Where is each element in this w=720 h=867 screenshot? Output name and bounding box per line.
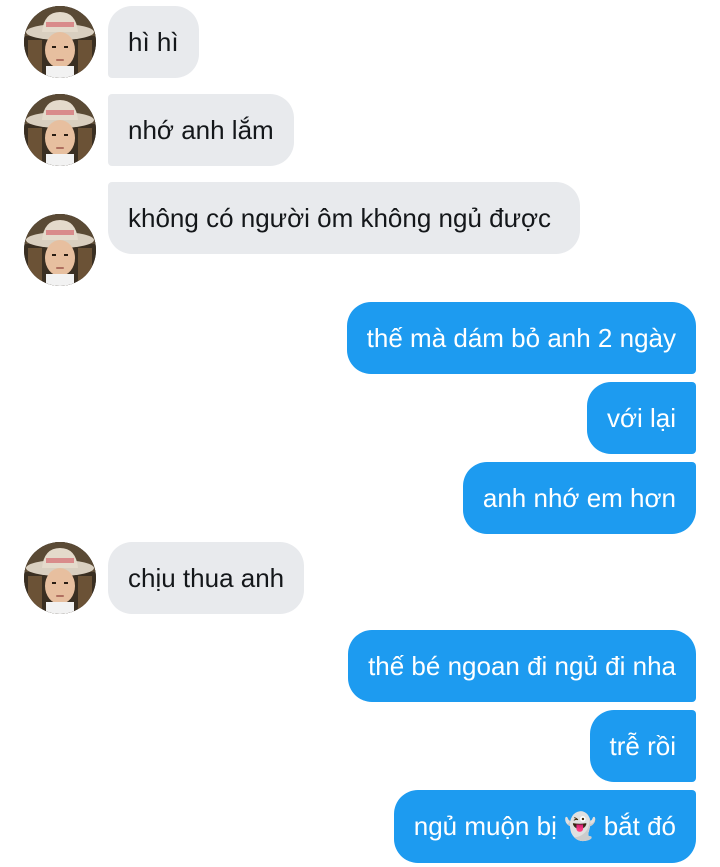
message-bubble-incoming[interactable]: chịu thua anh <box>108 542 305 614</box>
avatar-photo-icon <box>24 542 96 614</box>
message-bubble-outgoing[interactable]: trễ rồi <box>589 710 696 782</box>
message-bubble-outgoing[interactable]: anh nhớ em hơn <box>462 462 696 534</box>
chat-screen: { "conversation": { "messages": [ {"send… <box>0 0 720 867</box>
message-bubble-incoming[interactable]: không có người ôm không ngủ được <box>108 182 580 254</box>
message-bubble-outgoing[interactable]: với lại <box>586 382 696 454</box>
message-bubble-outgoing[interactable]: thế bé ngoan đi ngủ đi nha <box>348 630 696 702</box>
message-text-after: bắt đó <box>603 811 676 841</box>
message-bubble-incoming[interactable]: nhớ anh lắm <box>108 94 294 166</box>
message-text: trễ rồi <box>609 731 676 761</box>
message-text: anh nhớ em hơn <box>482 483 676 513</box>
message-text-before: ngủ muộn bị <box>413 811 557 841</box>
message-bubble-outgoing[interactable]: ngủ muộn bị 👻 bắt đó <box>393 790 696 863</box>
sender-avatar[interactable] <box>24 542 96 614</box>
avatar-photo-icon <box>24 94 96 166</box>
sender-avatar[interactable] <box>24 214 96 286</box>
message-text: chịu thua anh <box>128 563 285 593</box>
message-bubble-incoming[interactable]: hì hì <box>108 6 199 78</box>
avatar-photo-icon <box>24 214 96 286</box>
avatar-photo-icon <box>24 6 96 78</box>
sender-avatar[interactable] <box>24 94 96 166</box>
message-text: không có người ôm không ngủ được <box>128 203 552 233</box>
message-text: nhớ anh lắm <box>128 115 274 145</box>
message-text: thế mà dám bỏ anh 2 ngày <box>366 323 676 353</box>
ghost-emoji-icon: 👻 <box>564 812 597 842</box>
message-text: hì hì <box>128 27 179 57</box>
message-bubble-outgoing[interactable]: thế mà dám bỏ anh 2 ngày <box>346 302 696 374</box>
sender-avatar[interactable] <box>24 6 96 78</box>
message-text: thế bé ngoan đi ngủ đi nha <box>368 651 676 681</box>
message-text: với lại <box>606 403 676 433</box>
